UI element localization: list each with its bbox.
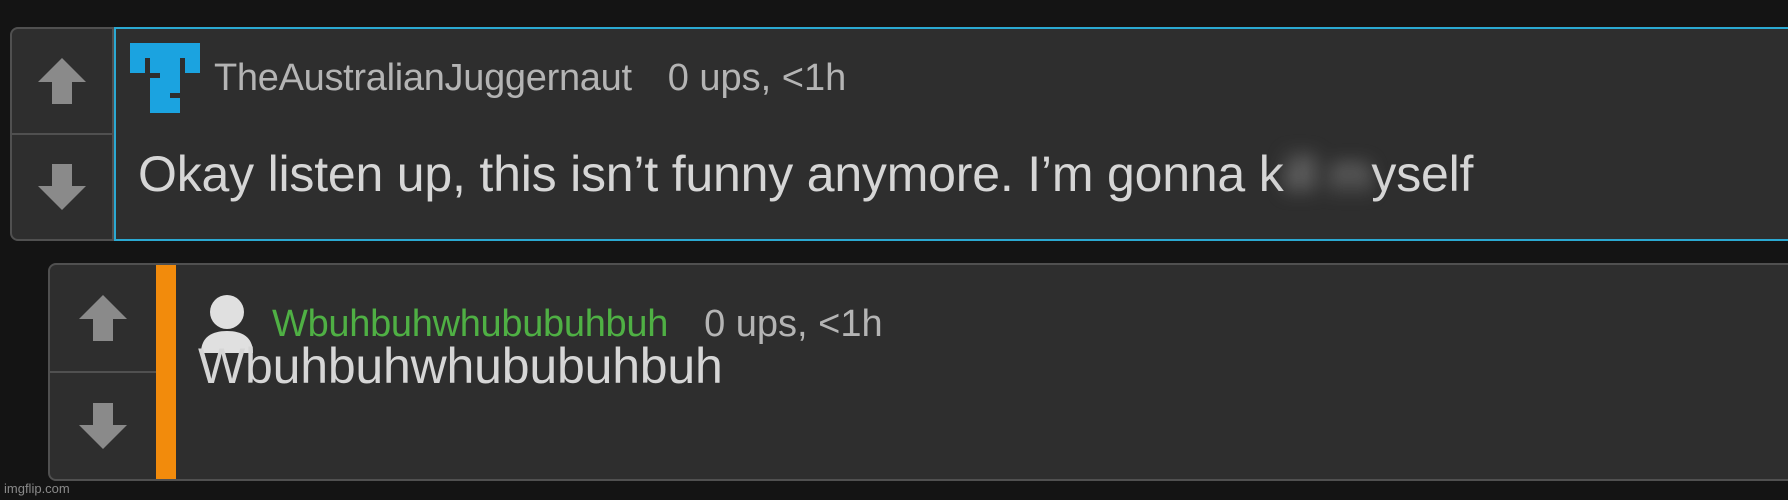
comments-screenshot: TheAustralianJuggernaut 0 ups, <1h Okay … — [0, 0, 1788, 500]
downvote-button[interactable] — [50, 371, 156, 479]
downvote-button[interactable] — [12, 133, 112, 239]
arrow-down-icon — [79, 403, 127, 449]
comment-header: TheAustralianJuggernaut 0 ups, <1h — [130, 43, 847, 113]
reply-comment: Wbuhbuhwhububuhbuh 0 ups, <1h Wbuhbuhwhu… — [48, 263, 1788, 481]
arrow-up-icon — [38, 58, 86, 104]
watermark: imgflip.com — [4, 481, 70, 496]
username-link[interactable]: TheAustralianJuggernaut — [214, 57, 632, 100]
thread-indicator-bar — [156, 265, 176, 479]
vote-column — [12, 29, 114, 239]
pixel-logo-icon[interactable] — [130, 43, 200, 113]
parent-comment: TheAustralianJuggernaut 0 ups, <1h Okay … — [10, 27, 1788, 241]
comment-meta: 0 ups, <1h — [667, 56, 847, 99]
comment-meta: 0 ups, <1h — [704, 302, 883, 345]
arrow-up-icon — [79, 295, 127, 341]
upvote-button[interactable] — [50, 265, 156, 371]
arrow-down-icon — [38, 164, 86, 210]
upvote-button[interactable] — [12, 29, 112, 133]
comment-text-end: yself — [1371, 146, 1474, 202]
comment-text: Okay listen up, this isn’t funny anymore… — [138, 145, 1473, 203]
comment-body: TheAustralianJuggernaut 0 ups, <1h Okay … — [114, 27, 1788, 241]
comment-text: Wbuhbuhwhububuhbuh — [198, 338, 723, 394]
censored-text: ill m — [1283, 146, 1372, 202]
vote-column — [50, 265, 156, 479]
comment-text-start: Okay listen up, this isn’t funny anymore… — [138, 146, 1284, 202]
comment-body: Wbuhbuhwhububuhbuh 0 ups, <1h Wbuhbuhwhu… — [176, 265, 1788, 479]
